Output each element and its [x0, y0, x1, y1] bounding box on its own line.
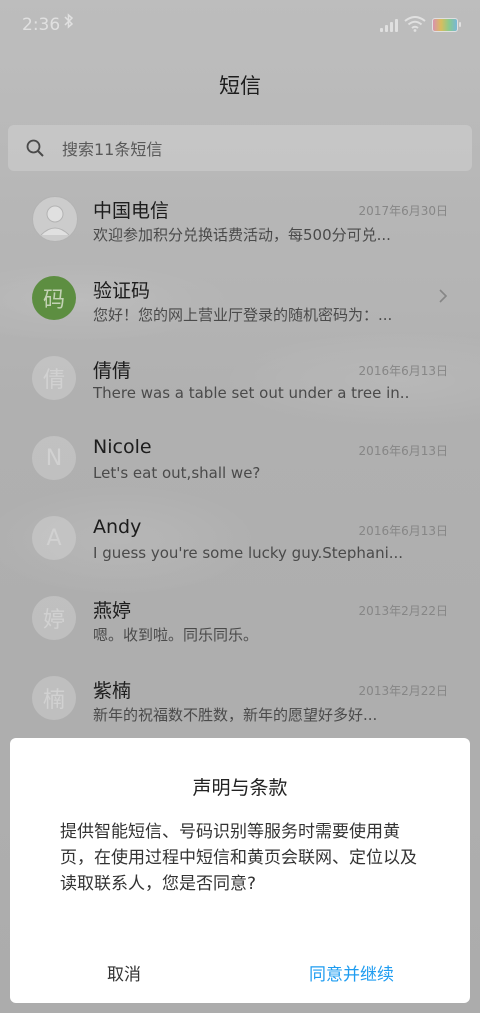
- conversation-name: 验证码: [93, 280, 151, 302]
- chevron-right-icon: [439, 289, 448, 303]
- conversation-item[interactable]: 婷 燕婷 2013年2月22日 嗯。收到啦。同乐同乐。: [0, 580, 480, 660]
- conversation-item[interactable]: 码 验证码 您好！您的网上营业厅登录的随机密码为：...: [0, 260, 480, 340]
- conversation-item[interactable]: A Andy 2016年6月13日 I guess you're some lu…: [0, 500, 480, 580]
- wifi-icon: [404, 16, 426, 32]
- conversation-date: 2016年6月13日: [358, 364, 448, 378]
- contact-avatar: A: [32, 516, 76, 560]
- battery-icon: [432, 18, 461, 32]
- conversation-date: 2017年6月30日: [358, 204, 448, 218]
- conversation-name: 倩倩: [93, 360, 132, 382]
- conversation-preview: Let's eat out,shall we?: [93, 464, 261, 482]
- conversation-name: 中国电信: [93, 200, 170, 222]
- conversation-list: 中国电信 2017年6月30日 欢迎参加积分兑换话费活动，每500分可兑... …: [0, 180, 480, 740]
- contact-avatar-icon: [32, 196, 78, 242]
- conversation-item[interactable]: 倩 倩倩 2016年6月13日 There was a table set ou…: [0, 340, 480, 420]
- conversation-preview: There was a table set out under a tree i…: [93, 384, 408, 402]
- conversation-preview: 新年的祝福数不胜数，新年的愿望好多好...: [93, 706, 378, 724]
- search-icon: [26, 139, 44, 157]
- dialog-title: 声明与条款: [192, 777, 288, 799]
- conversation-name: 紫楠: [93, 680, 132, 702]
- conversation-item[interactable]: 楠 紫楠 2013年2月22日 新年的祝福数不胜数，新年的愿望好多好...: [0, 660, 480, 740]
- bluetooth-icon: [64, 13, 74, 33]
- conversation-date: 2013年2月22日: [358, 684, 448, 698]
- messages-screen: 2:36 短信 中国电信 20: [0, 0, 480, 1013]
- cancel-button[interactable]: 取消: [107, 960, 141, 985]
- conversation-preview: 您好！您的网上营业厅登录的随机密码为：...: [93, 306, 393, 324]
- status-time: 2:36: [22, 15, 61, 35]
- conversation-name: Andy: [93, 516, 142, 538]
- conversation-date: 2016年6月13日: [358, 524, 448, 538]
- status-bar: 2:36: [0, 0, 480, 52]
- page-title: 短信: [219, 74, 261, 98]
- contact-avatar: 婷: [32, 596, 76, 640]
- search-bar[interactable]: [8, 125, 472, 173]
- contact-avatar: N: [32, 436, 76, 480]
- conversation-item[interactable]: 中国电信 2017年6月30日 欢迎参加积分兑换话费活动，每500分可兑...: [0, 180, 480, 260]
- agree-continue-button[interactable]: 同意并继续: [309, 960, 394, 985]
- conversation-preview: 嗯。收到啦。同乐同乐。: [93, 626, 259, 644]
- conversation-date: 2016年6月13日: [358, 444, 448, 458]
- terms-dialog: 声明与条款 提供智能短信、号码识别等服务时需要使用黄页，在使用过程中短信和黄页会…: [10, 738, 470, 1003]
- conversation-date: 2013年2月22日: [358, 604, 448, 618]
- signal-icon: [380, 18, 400, 32]
- conversation-name: 燕婷: [93, 600, 132, 622]
- contact-avatar: 楠: [32, 676, 76, 720]
- conversation-name: Nicole: [93, 436, 152, 458]
- conversation-item[interactable]: N Nicole 2016年6月13日 Let's eat out,shall …: [0, 420, 480, 500]
- contact-avatar: 码: [32, 276, 76, 320]
- dialog-message: 提供智能短信、号码识别等服务时需要使用黄页，在使用过程中短信和黄页会联网、定位以…: [60, 822, 417, 894]
- conversation-preview: I guess you're some lucky guy.Stephani..…: [93, 544, 404, 562]
- search-input[interactable]: [60, 125, 444, 173]
- contact-avatar: 倩: [32, 356, 76, 400]
- conversation-preview: 欢迎参加积分兑换话费活动，每500分可兑...: [93, 226, 391, 244]
